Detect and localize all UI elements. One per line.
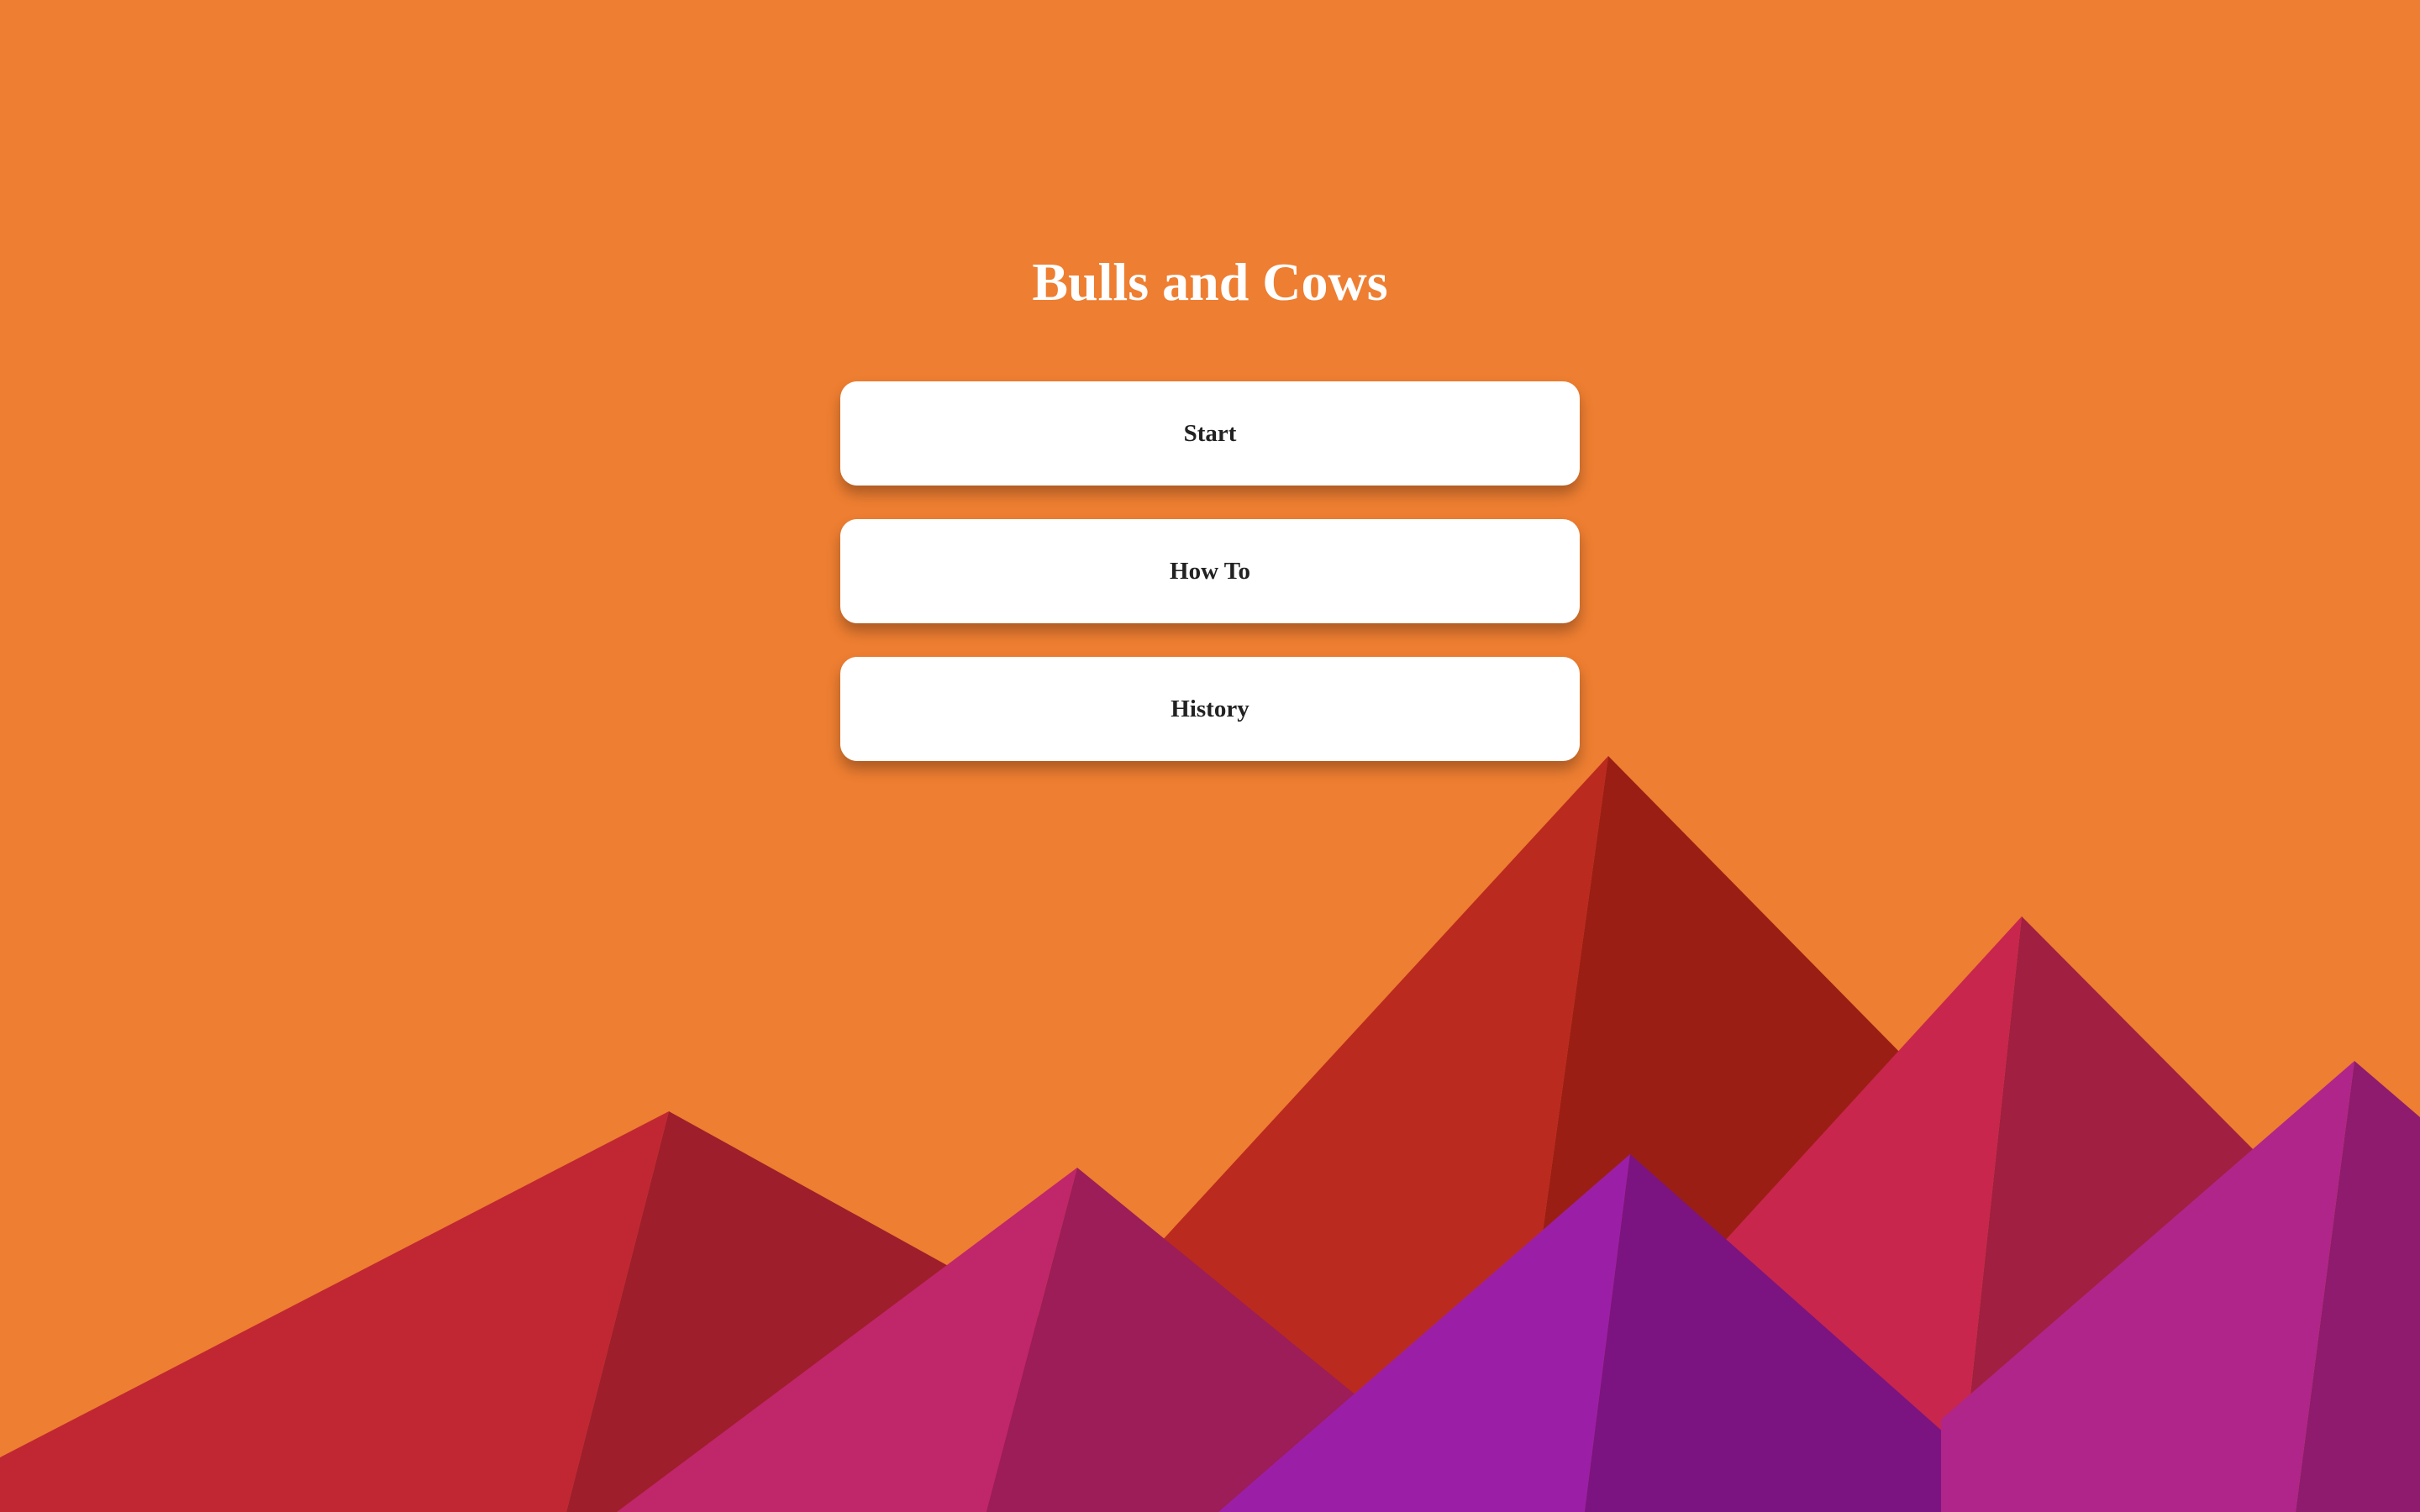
game-title: Bulls and Cows [1032,252,1388,312]
how-to-button[interactable]: How To [840,519,1580,623]
start-button[interactable]: Start [840,381,1580,486]
main-menu: Bulls and Cows Start How To History [0,0,2420,1512]
history-button[interactable]: History [840,657,1580,761]
